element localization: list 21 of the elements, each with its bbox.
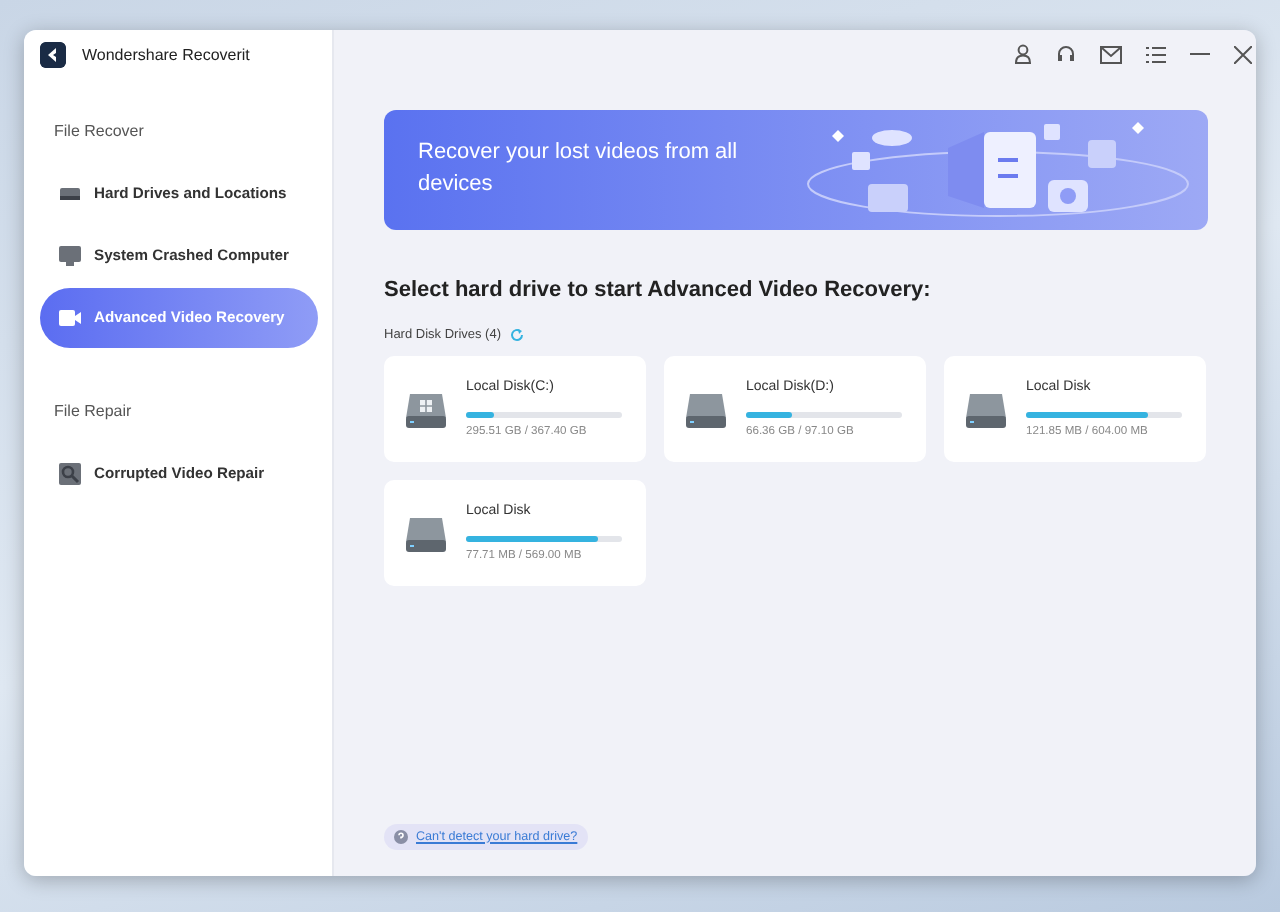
hard-drive-icon — [684, 389, 728, 430]
mail-icon[interactable] — [1100, 45, 1122, 63]
drive-icon — [58, 182, 82, 206]
window-title: Wondershare Recoverit — [82, 43, 250, 67]
section-heading: Select hard drive to start Advanced Video Recovery: — [384, 276, 933, 306]
close-icon[interactable] — [1234, 45, 1252, 63]
account-icon[interactable] — [1014, 44, 1032, 64]
app-logo-icon — [40, 42, 66, 68]
hard-drive-icon — [404, 513, 448, 554]
hard-drive-icon — [964, 389, 1008, 430]
magnifier-icon — [58, 462, 82, 486]
banner-text: Recover your lost videos from all devices — [418, 138, 740, 200]
sidebar-section-heading: File Recover — [54, 120, 146, 144]
help-icon — [394, 830, 408, 844]
hard-drive-icon — [404, 389, 448, 430]
minimize-icon[interactable] — [1190, 52, 1210, 56]
menu-icon[interactable] — [1146, 45, 1166, 63]
monitor-icon — [58, 244, 82, 268]
video-camera-icon — [58, 306, 82, 330]
headset-icon[interactable] — [1056, 44, 1076, 64]
sidebar-section-heading: File Repair — [54, 400, 134, 424]
